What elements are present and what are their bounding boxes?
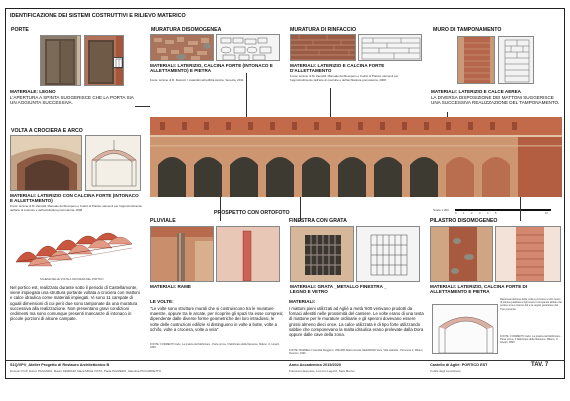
page-frame [5, 8, 565, 379]
